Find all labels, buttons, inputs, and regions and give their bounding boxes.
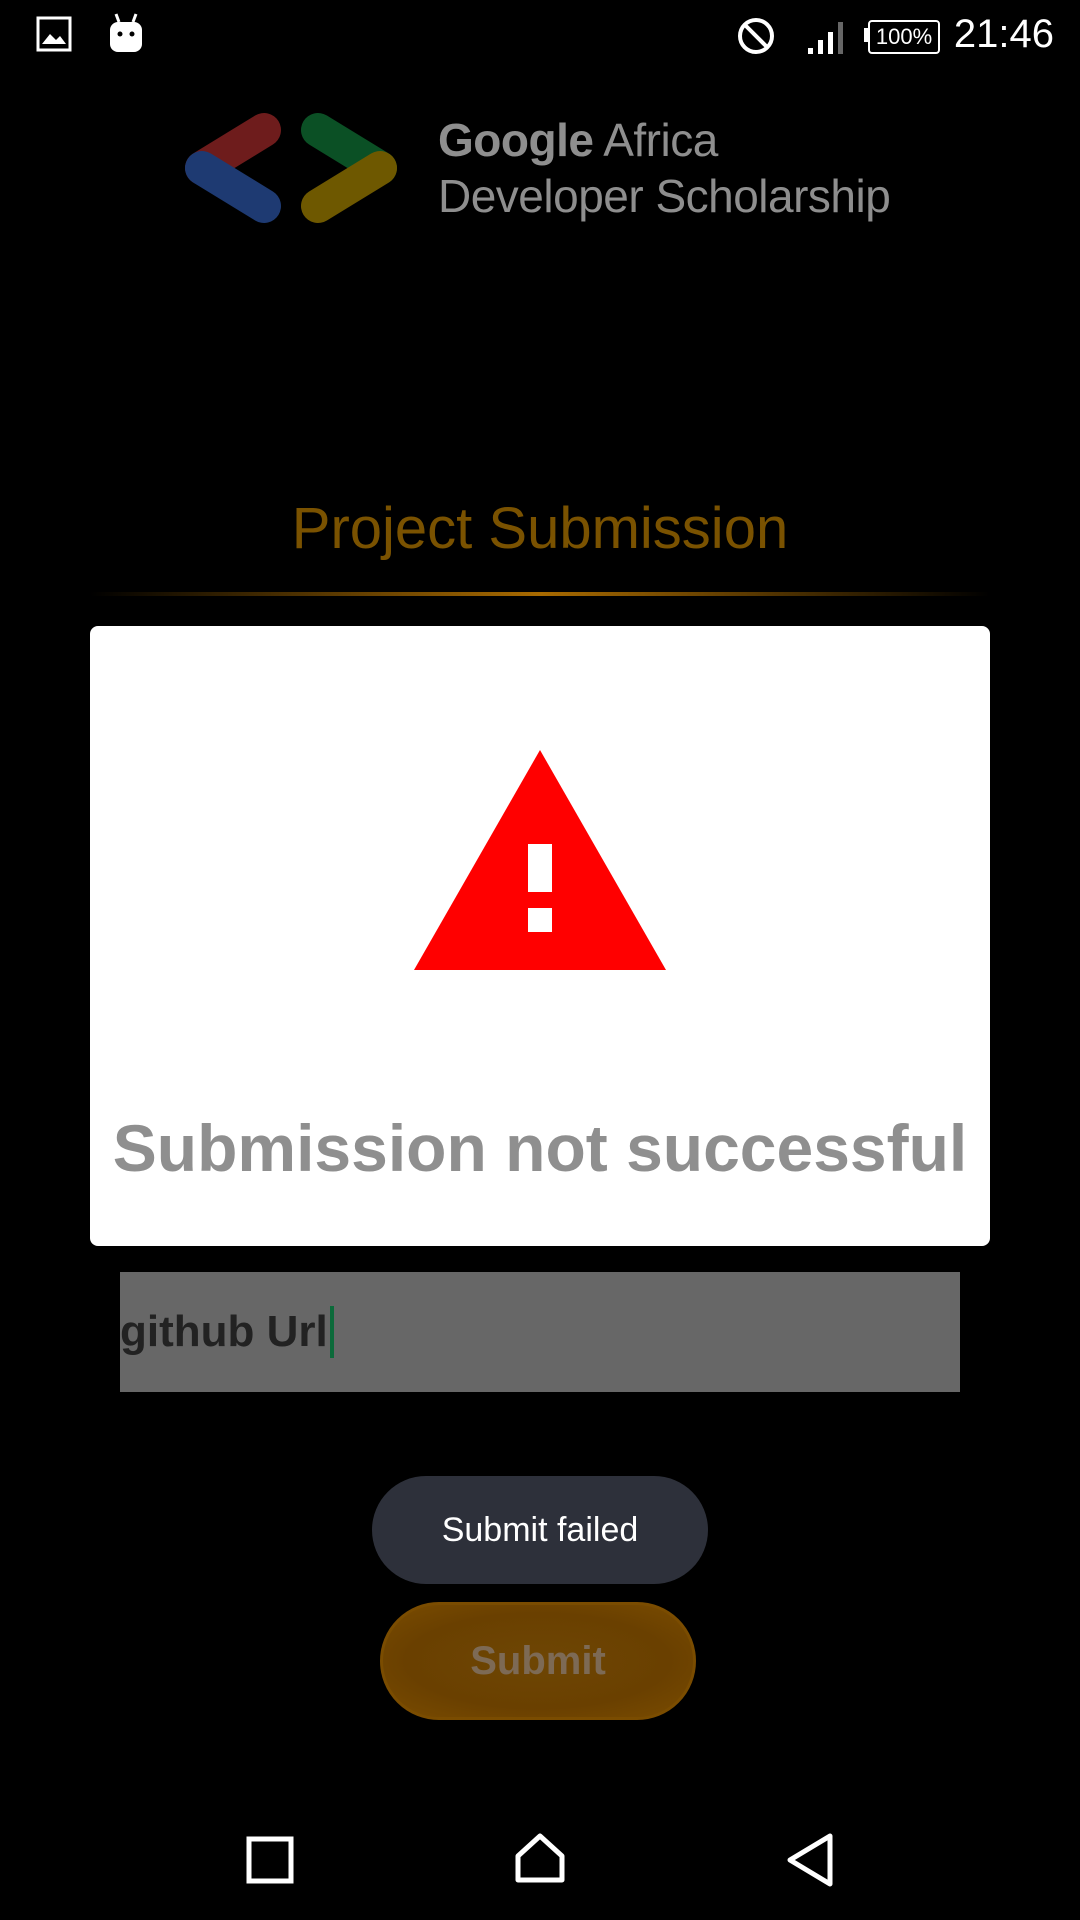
signal-icon xyxy=(808,22,843,54)
status-time: 21:46 xyxy=(953,12,1054,56)
dialog-message: Submission not successful xyxy=(112,1111,968,1185)
github-url-input[interactable]: github Url xyxy=(120,1272,960,1392)
status-bar: 100% 21:46 xyxy=(0,0,1080,72)
text-cursor xyxy=(329,1306,334,1358)
home-icon[interactable] xyxy=(514,1832,566,1884)
submit-button[interactable]: Submit xyxy=(380,1602,696,1720)
toast-message: Submit failed xyxy=(372,1476,708,1584)
warning-icon xyxy=(414,750,666,970)
brand-africa: Africa xyxy=(593,114,718,166)
brand-google: Google xyxy=(438,114,594,166)
brand-name: Google Africa Developer Scholarship xyxy=(438,112,891,224)
title-divider xyxy=(90,592,990,596)
gads-logo-icon xyxy=(185,113,397,223)
page-title: Project Submission xyxy=(291,496,789,561)
android-icon xyxy=(110,13,142,52)
navigation-bar xyxy=(0,1800,1080,1920)
back-icon[interactable] xyxy=(784,1832,836,1888)
brand-subtitle: Developer Scholarship xyxy=(438,170,891,222)
gallery-icon xyxy=(36,16,72,52)
battery-icon: 100% xyxy=(868,20,940,54)
recents-icon[interactable] xyxy=(246,1836,294,1884)
github-url-value: github Url xyxy=(120,1307,328,1356)
do-not-disturb-icon xyxy=(738,18,774,54)
